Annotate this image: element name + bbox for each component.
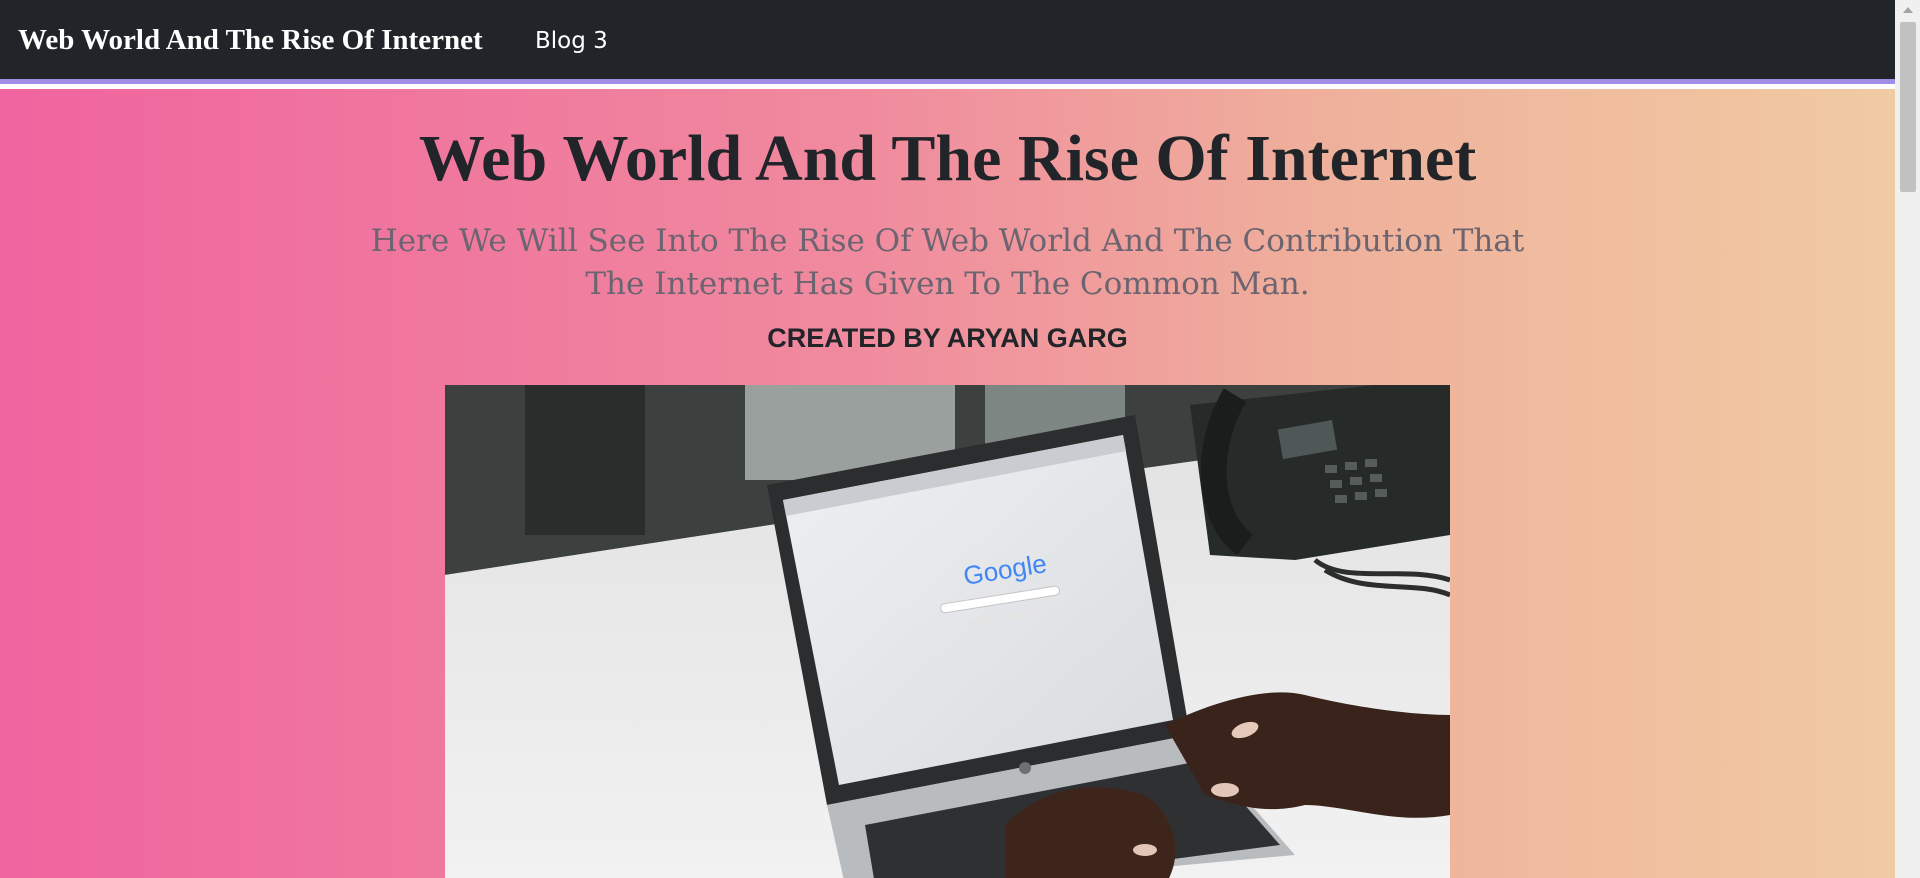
- page-title: Web World And The Rise Of Internet: [418, 122, 1477, 195]
- page-subtitle: Here We Will See Into The Rise Of Web Wo…: [370, 223, 1525, 302]
- scroll-up-arrow-icon[interactable]: [1900, 4, 1916, 16]
- navbar-brand[interactable]: Web World And The Rise Of Internet: [18, 24, 483, 57]
- top-navbar: Web World And The Rise Of Internet Blog …: [0, 0, 1895, 84]
- nav-link-blog-3[interactable]: Blog 3: [535, 28, 608, 54]
- laptop-photo: Google: [445, 385, 1450, 878]
- hero-image: Google: [445, 385, 1450, 878]
- author-credit: CREATED BY ARYAN GARG: [767, 323, 1128, 353]
- main-content: Web World And The Rise Of Internet Here …: [0, 89, 1895, 878]
- scrollbar-thumb[interactable]: [1900, 22, 1916, 192]
